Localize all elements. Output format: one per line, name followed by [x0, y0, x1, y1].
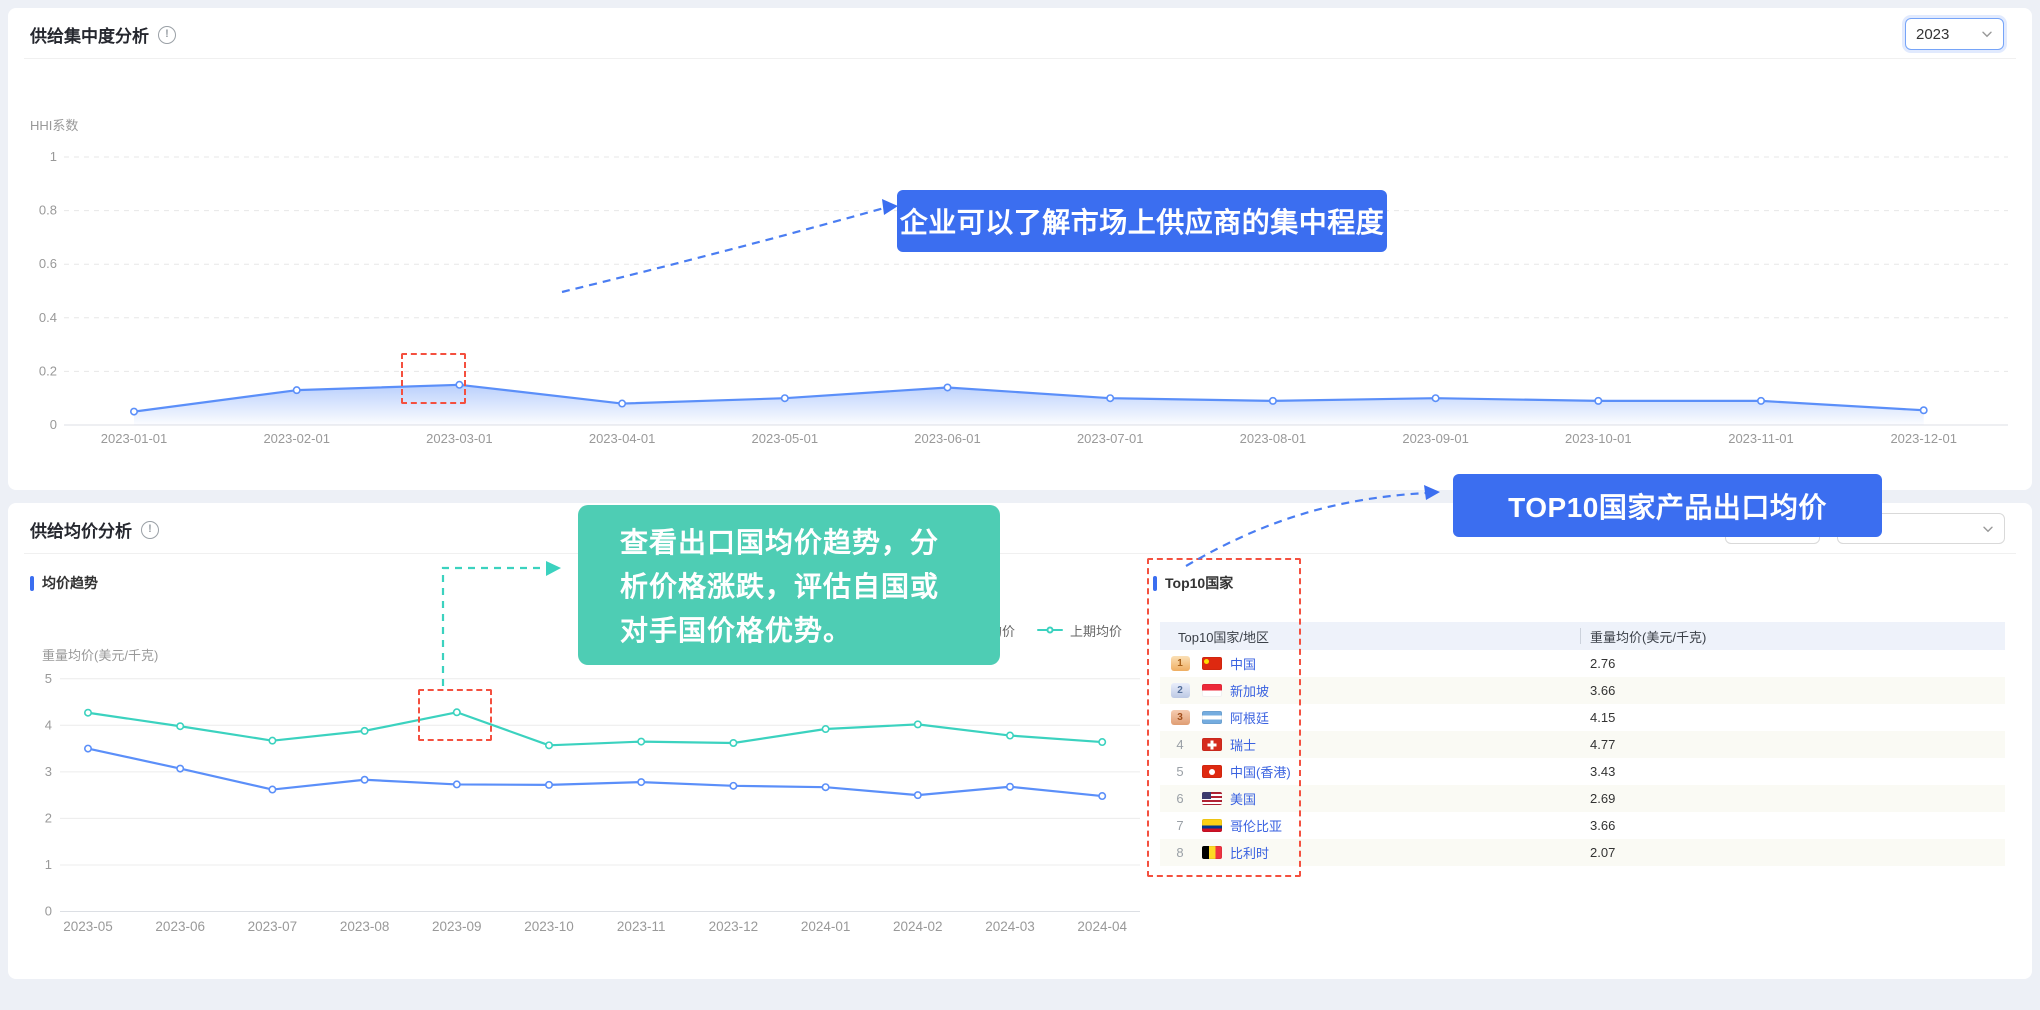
legend-marker-icon [1037, 629, 1063, 631]
info-circle-icon[interactable]: ! [141, 521, 159, 539]
callout-line: 查看出口国均价趋势，分 [620, 521, 1000, 565]
trend-section-label: 均价趋势 [30, 573, 98, 593]
avg-price-value: 2.76 [1590, 656, 1615, 671]
column-avg-price: 重量均价(美元/千克) [1590, 627, 1706, 646]
annotation-box-hhi-peak [401, 353, 466, 404]
avg-price-value: 4.15 [1590, 710, 1615, 725]
avg-price-value: 4.77 [1590, 737, 1615, 752]
panel1-title: 供给集中度分析 [30, 22, 149, 47]
avg-price-value: 3.66 [1590, 818, 1615, 833]
legend-item-上期均价[interactable]: 上期均价 [1037, 620, 1122, 640]
callout-price-trend: 查看出口国均价趋势，分 析价格涨跌，评估自国或 对手国价格优势。 [578, 505, 1000, 665]
chevron-down-icon [1981, 28, 1993, 40]
annotation-box-top10 [1147, 558, 1301, 877]
supply-price-panel: 供给均价分析 ! 均价趋势 Top10国家 Top10国家/地区 重量均价(美元… [8, 503, 2032, 979]
panel2-divider [24, 553, 2016, 554]
legend-label: 上期均价 [1070, 621, 1122, 640]
callout-concentration: 企业可以了解市场上供应商的集中程度 [897, 190, 1387, 252]
avg-price-value: 3.66 [1590, 683, 1615, 698]
section-bar [30, 576, 34, 591]
avg-price-value: 2.69 [1590, 791, 1615, 806]
dashboard-page: { "icons": {"info": "!"}, "colors": { "a… [0, 0, 2040, 1010]
callout-line: 析价格涨跌，评估自国或 [620, 565, 1000, 609]
column-divider [1580, 628, 1581, 644]
panel1-divider [24, 58, 2016, 59]
avg-price-value: 2.07 [1590, 845, 1615, 860]
info-circle-icon[interactable]: ! [158, 26, 176, 44]
year-select[interactable]: 2023 [1905, 18, 2004, 50]
panel2-title: 供给均价分析 [30, 517, 132, 542]
avg-price-value: 3.43 [1590, 764, 1615, 779]
year-select-value: 2023 [1916, 26, 1949, 43]
panel2-header: 供给均价分析 ! [30, 517, 159, 542]
annotation-box-price-peak [418, 689, 492, 741]
panel1-header: 供给集中度分析 ! [30, 22, 176, 47]
chevron-down-icon [1982, 523, 1994, 535]
callout-line: 对手国价格优势。 [620, 609, 1000, 653]
callout-top10-export-price: TOP10国家产品出口均价 [1453, 474, 1882, 537]
